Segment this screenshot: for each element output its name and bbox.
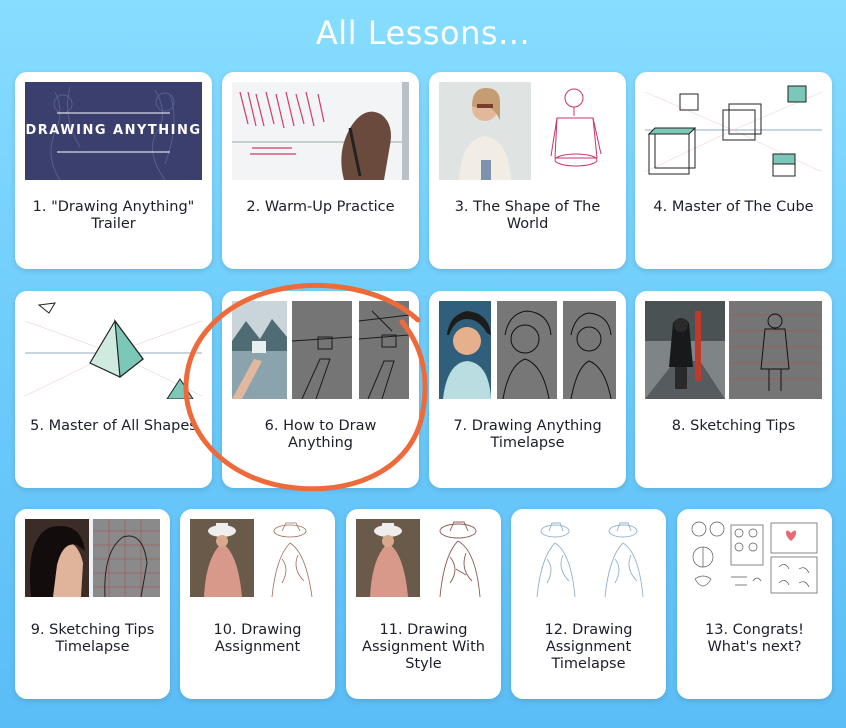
lesson-thumbnail-3 (439, 82, 616, 180)
lesson-card-3[interactable]: 3. The Shape of The World (429, 72, 626, 269)
page-title: All Lessons... (315, 14, 531, 52)
lesson-title-4: 4. Master of The Cube (653, 199, 814, 215)
lesson-card-11[interactable]: 11. Drawing Assignment With Style (346, 509, 501, 699)
lesson-card-9[interactable]: 9. Sketching Tips Timelapse (15, 509, 170, 699)
lesson-title-8: 8. Sketching Tips (671, 418, 796, 434)
lesson-thumbnail-5 (25, 301, 202, 399)
lesson-card-2[interactable]: 2. Warm-Up Practice (222, 72, 419, 269)
lesson-title-1: 1. "Drawing Anything" Trailer (32, 199, 195, 232)
lesson-thumbnail-1: DRAWING ANYTHING (25, 82, 202, 180)
lesson-title-3: 3. The Shape of The World (454, 199, 601, 232)
lesson-title-13: 13. Congrats! What's next? (705, 622, 804, 655)
lesson-title-7: 7. Drawing Anything Timelapse (453, 418, 602, 451)
lesson-title-12: 12. Drawing Assignment Timelapse (544, 622, 633, 672)
lesson-card-12[interactable]: 12. Drawing Assignment Timelapse (511, 509, 666, 699)
lesson-thumbnail-4 (645, 82, 822, 180)
lesson-title-9: 9. Sketching Tips Timelapse (30, 622, 155, 655)
lesson-thumbnail-6 (232, 301, 409, 399)
lesson-thumbnail-8 (645, 301, 822, 399)
lesson-card-10[interactable]: 10. Drawing Assignment (180, 509, 335, 699)
lesson-card-13[interactable]: 13. Congrats! What's next? (677, 509, 832, 699)
lesson-thumbnail-9 (25, 519, 160, 597)
lesson-title-10: 10. Drawing Assignment (213, 622, 302, 655)
lesson-title-11: 11. Drawing Assignment With Style (362, 622, 485, 672)
lesson-thumbnail-13 (687, 519, 822, 597)
lesson-card-7[interactable]: 7. Drawing Anything Timelapse (429, 291, 626, 488)
lesson-thumbnail-7 (439, 301, 616, 399)
lesson-card-6[interactable]: 6. How to Draw Anything (222, 291, 419, 488)
lesson-title-6: 6. How to Draw Anything (264, 418, 377, 451)
lesson-card-4[interactable]: 4. Master of The Cube (635, 72, 832, 269)
lesson-thumbnail-11 (356, 519, 491, 597)
lesson-thumbnail-10 (190, 519, 325, 597)
lesson-title-2: 2. Warm-Up Practice (246, 199, 395, 215)
lesson-card-8[interactable]: 8. Sketching Tips (635, 291, 832, 488)
trailer-title-text: DRAWING ANYTHING (25, 123, 202, 138)
lesson-thumbnail-2 (232, 82, 409, 180)
lesson-card-1[interactable]: DRAWING ANYTHING 1. "Drawing Anything" T… (15, 72, 212, 269)
lesson-title-5: 5. Master of All Shapes (30, 418, 197, 434)
lesson-thumbnail-12 (521, 519, 656, 597)
lesson-card-5[interactable]: 5. Master of All Shapes (15, 291, 212, 488)
